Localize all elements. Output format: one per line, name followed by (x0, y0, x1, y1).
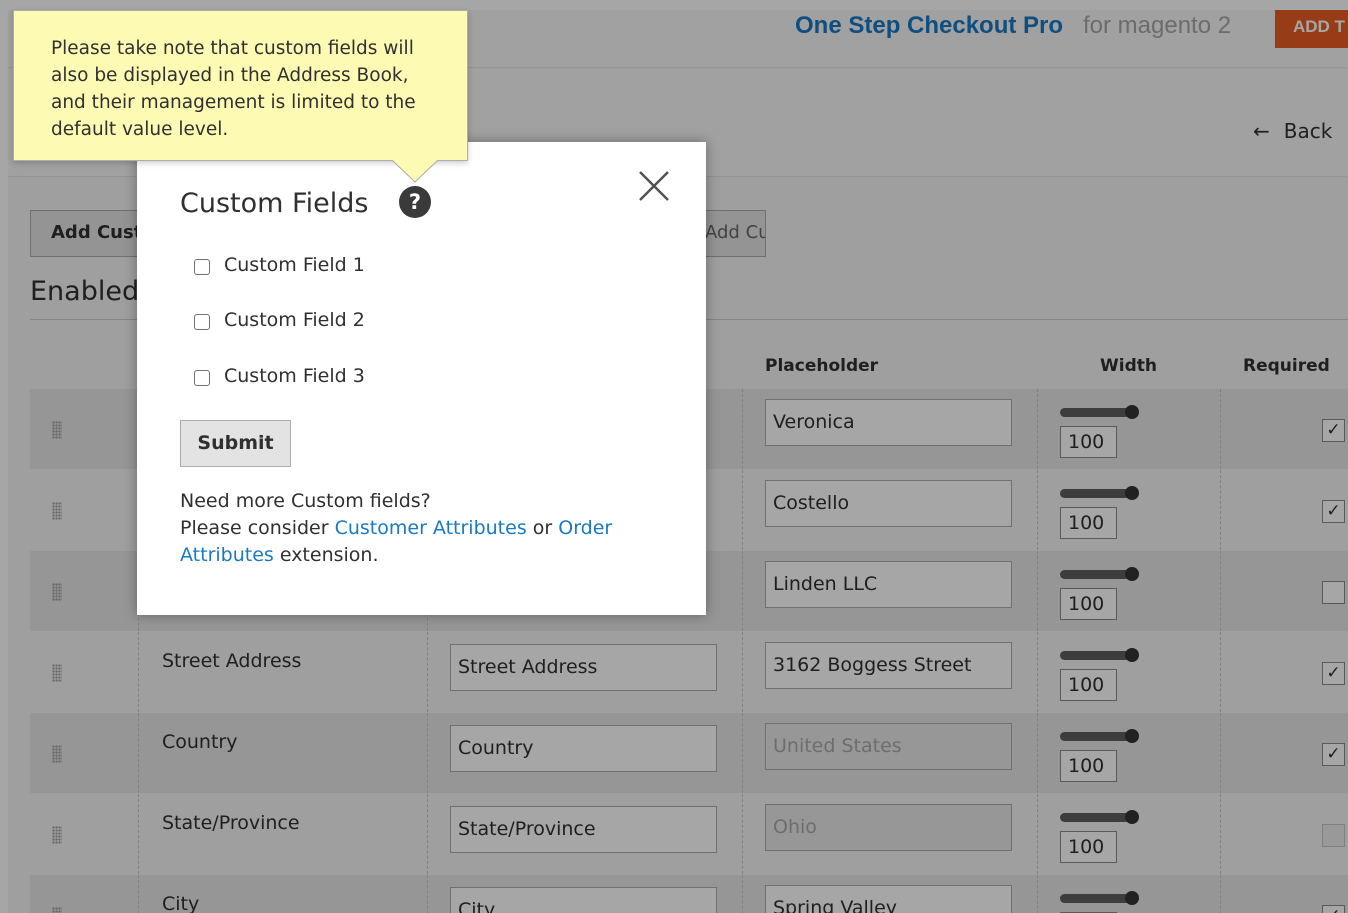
custom-field-label: Custom Field 3 (224, 365, 365, 387)
more-fields-suffix: extension. (273, 544, 379, 566)
customer-attributes-link[interactable]: Customer Attributes (335, 517, 527, 539)
help-tooltip: Please take note that custom fields will… (13, 10, 468, 161)
custom-field-label: Custom Field 1 (224, 254, 365, 276)
help-icon[interactable]: ? (399, 186, 431, 218)
more-fields-question: Need more Custom fields? (180, 490, 431, 512)
custom-field-checkbox[interactable] (194, 370, 210, 386)
custom-fields-modal: Custom Fields ? Custom Field 1 Custom Fi… (137, 142, 706, 615)
more-fields-prefix: Please consider (180, 517, 335, 539)
close-icon[interactable] (634, 166, 674, 206)
more-fields-note: Need more Custom fields? Please consider… (180, 488, 660, 569)
custom-field-checkbox[interactable] (194, 314, 210, 330)
tooltip-text: Please take note that custom fields will… (51, 38, 416, 140)
more-fields-or: or (526, 517, 559, 539)
custom-field-checkbox[interactable] (194, 259, 210, 275)
tooltip-arrow (392, 160, 438, 183)
custom-field-label: Custom Field 2 (224, 309, 365, 331)
submit-button[interactable]: Submit (180, 420, 291, 467)
modal-title: Custom Fields (180, 188, 369, 219)
